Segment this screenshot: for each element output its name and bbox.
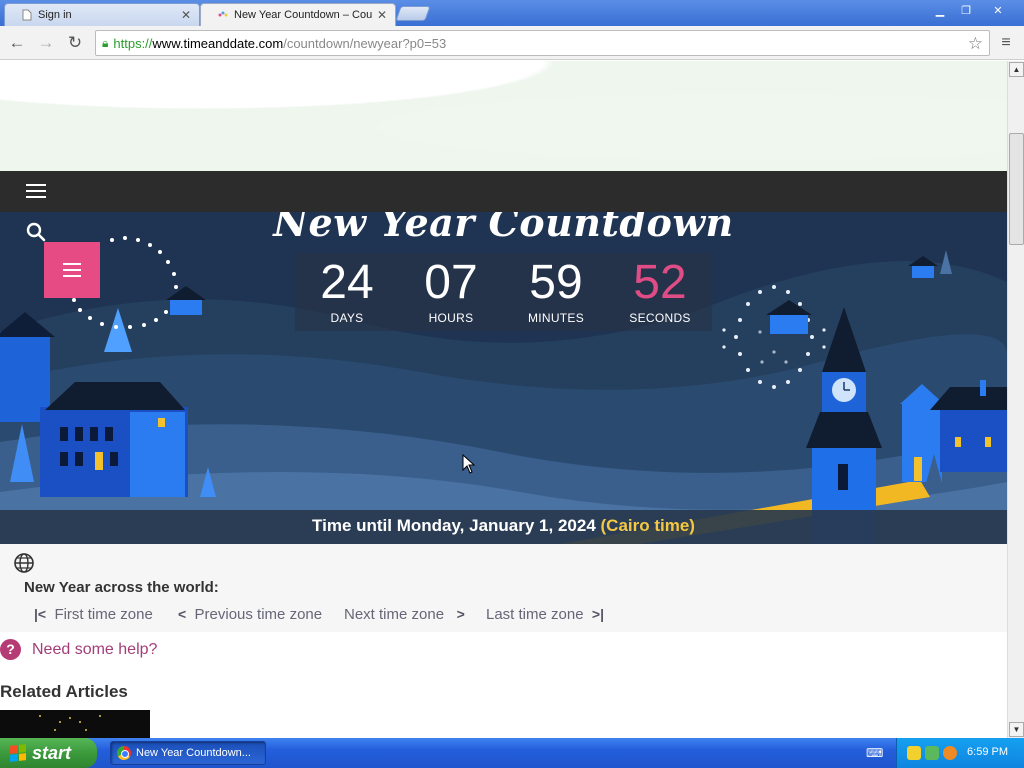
browser-tab-strip: Sign in ✕ New Year Countdown – Cou ✕ ▁ ❐… — [0, 0, 1024, 26]
seconds-label: SECONDS — [629, 311, 691, 325]
last-time-zone-label: Last time zone — [486, 606, 584, 623]
last-arrow-icon: >| — [591, 606, 604, 622]
scroll-up-arrow-icon[interactable]: ▲ — [1009, 62, 1024, 77]
globe-icon — [14, 553, 34, 573]
countdown-days: 24 DAYS — [295, 253, 399, 325]
hours-label: HOURS — [428, 311, 474, 325]
next-time-zone-label: Next time zone — [344, 606, 445, 623]
chrome-icon — [117, 746, 131, 760]
search-tray-icon[interactable] — [943, 746, 957, 760]
new-tab-button[interactable] — [395, 6, 431, 21]
countdown-hours: 07 HOURS — [399, 253, 503, 325]
article-thumbnail[interactable] — [0, 710, 150, 738]
days-value: 24 — [320, 256, 374, 309]
start-label: start — [32, 742, 72, 763]
windows-logo-icon — [10, 744, 26, 762]
countdown-hero: New Year Countdown 24 DAYS 07 HOURS 59 M… — [0, 212, 1007, 544]
chevron-left-icon: < — [178, 606, 187, 622]
minutes-label: MINUTES — [527, 311, 585, 325]
address-bar[interactable]: 🔒︎ https:// www.timeanddate.com /countdo… — [95, 30, 990, 56]
tab-close-icon[interactable]: ✕ — [377, 8, 387, 22]
timezone-section: New Year across the world: |< First time… — [0, 544, 1007, 632]
os-taskbar: start New Year Countdown... ⌨ 6:59 PM — [0, 738, 1024, 768]
countdown-minutes: 59 MINUTES — [504, 253, 608, 325]
previous-time-zone-label: Previous time zone — [194, 606, 323, 623]
seconds-value: 52 — [633, 256, 687, 309]
lock-icon: 🔒︎ — [102, 35, 109, 50]
help-link-label: Need some help? — [32, 640, 158, 658]
bookmark-star-icon[interactable]: ☆ — [968, 34, 983, 54]
url-path: /countdown/newyear?p0=53 — [283, 35, 447, 51]
back-arrow-icon[interactable]: ← — [6, 32, 28, 54]
first-time-zone-link[interactable]: |< First time zone — [34, 606, 153, 623]
keyboard-icon[interactable]: ⌨ — [866, 746, 883, 760]
time-zone-link[interactable]: (Cairo time) — [601, 516, 695, 535]
start-button[interactable]: start — [0, 738, 97, 768]
page-title: New Year Countdown — [273, 212, 734, 245]
url-scheme: https:// — [113, 35, 153, 51]
first-arrow-icon: |< — [34, 606, 47, 622]
timeanddate-favicon-icon — [218, 11, 228, 17]
tab-title: Sign in — [38, 9, 72, 21]
time-until-text: Time until Monday, January 1, 2024 — [312, 516, 601, 535]
restore-icon[interactable]: ❐ — [954, 2, 978, 18]
days-label: DAYS — [330, 311, 364, 325]
tab-title: New Year Countdown – Cou — [234, 9, 373, 21]
tab-close-icon[interactable]: ✕ — [181, 8, 191, 22]
page-icon — [22, 9, 32, 21]
time-until-banner: Time until Monday, January 1, 2024 (Cair… — [0, 510, 1007, 544]
forward-arrow-icon[interactable]: → — [35, 32, 57, 54]
tab-sign-in[interactable]: Sign in ✕ — [4, 3, 200, 26]
site-navbar — [0, 171, 1007, 212]
menu-toggle-button[interactable] — [44, 242, 100, 298]
close-window-icon[interactable]: ✕ — [980, 2, 1016, 18]
network-icon[interactable] — [925, 746, 939, 760]
url-host: www.timeanddate.com — [152, 35, 284, 51]
countdown-seconds: 52 SECONDS — [608, 253, 712, 325]
taskbar-window-label: New Year Countdown... — [136, 747, 251, 759]
previous-time-zone-link[interactable]: < Previous time zone — [178, 606, 322, 623]
next-time-zone-link[interactable]: Next time zone > — [344, 606, 465, 623]
countdown-clock: 24 DAYS 07 HOURS 59 MINUTES 52 SECONDS — [295, 253, 712, 331]
reload-icon[interactable]: ↻ — [64, 32, 86, 54]
help-link[interactable]: ? Need some help? — [0, 639, 157, 660]
security-shield-icon[interactable] — [907, 746, 921, 760]
ad-banner — [0, 61, 1007, 171]
vertical-scrollbar[interactable]: ▲ ▼ — [1007, 61, 1024, 738]
section-heading: New Year across the world: — [24, 579, 219, 596]
scroll-down-arrow-icon[interactable]: ▼ — [1009, 722, 1024, 737]
search-icon[interactable] — [26, 222, 46, 242]
mouse-cursor-icon — [462, 454, 476, 474]
minutes-value: 59 — [529, 256, 583, 309]
related-articles-heading: Related Articles — [0, 682, 128, 701]
fireworks-thumbnail-image — [39, 715, 101, 731]
minimize-icon[interactable]: ▁ — [928, 2, 952, 18]
tab-new-year-countdown[interactable]: New Year Countdown – Cou ✕ — [200, 3, 396, 26]
system-clock: 6:59 PM — [967, 746, 1008, 758]
page-viewport: New Year Countdown 24 DAYS 07 HOURS 59 M… — [0, 61, 1007, 738]
taskbar-window-chrome[interactable]: New Year Countdown... — [110, 741, 266, 765]
chevron-right-icon: > — [456, 606, 465, 622]
browser-menu-icon[interactable]: ≡ — [997, 34, 1015, 52]
hours-value: 07 — [424, 256, 478, 309]
question-icon: ? — [0, 639, 21, 660]
first-time-zone-label: First time zone — [54, 606, 153, 623]
hamburger-menu-icon[interactable] — [26, 184, 46, 199]
system-tray: 6:59 PM — [896, 738, 1024, 768]
browser-toolbar: ← → ↻ 🔒︎ https:// www.timeanddate.com /c… — [0, 26, 1024, 60]
last-time-zone-link[interactable]: Last time zone >| — [486, 606, 604, 623]
scrollbar-thumb[interactable] — [1009, 133, 1024, 245]
